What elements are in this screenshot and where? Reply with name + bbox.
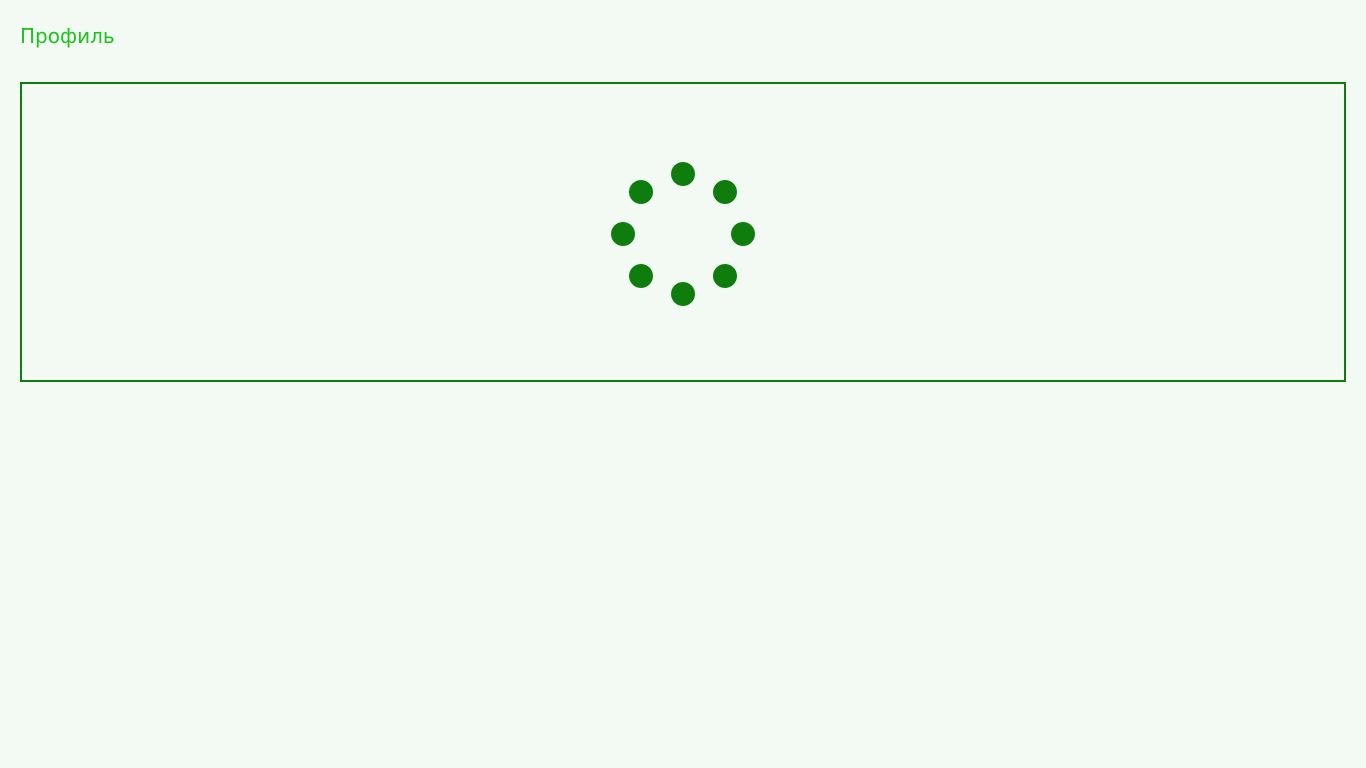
spinner-dot bbox=[611, 222, 635, 246]
spinner-dot bbox=[731, 222, 755, 246]
spinner-dot bbox=[629, 264, 653, 288]
spinner-dot bbox=[671, 162, 695, 186]
spinner-dot bbox=[671, 282, 695, 306]
spinner-dot bbox=[713, 264, 737, 288]
loading-panel bbox=[20, 82, 1346, 382]
profile-title-link[interactable]: Профиль bbox=[20, 24, 115, 48]
spinner-dot bbox=[629, 180, 653, 204]
spinner-dot bbox=[713, 180, 737, 204]
profile-page: Профиль bbox=[0, 0, 1366, 768]
